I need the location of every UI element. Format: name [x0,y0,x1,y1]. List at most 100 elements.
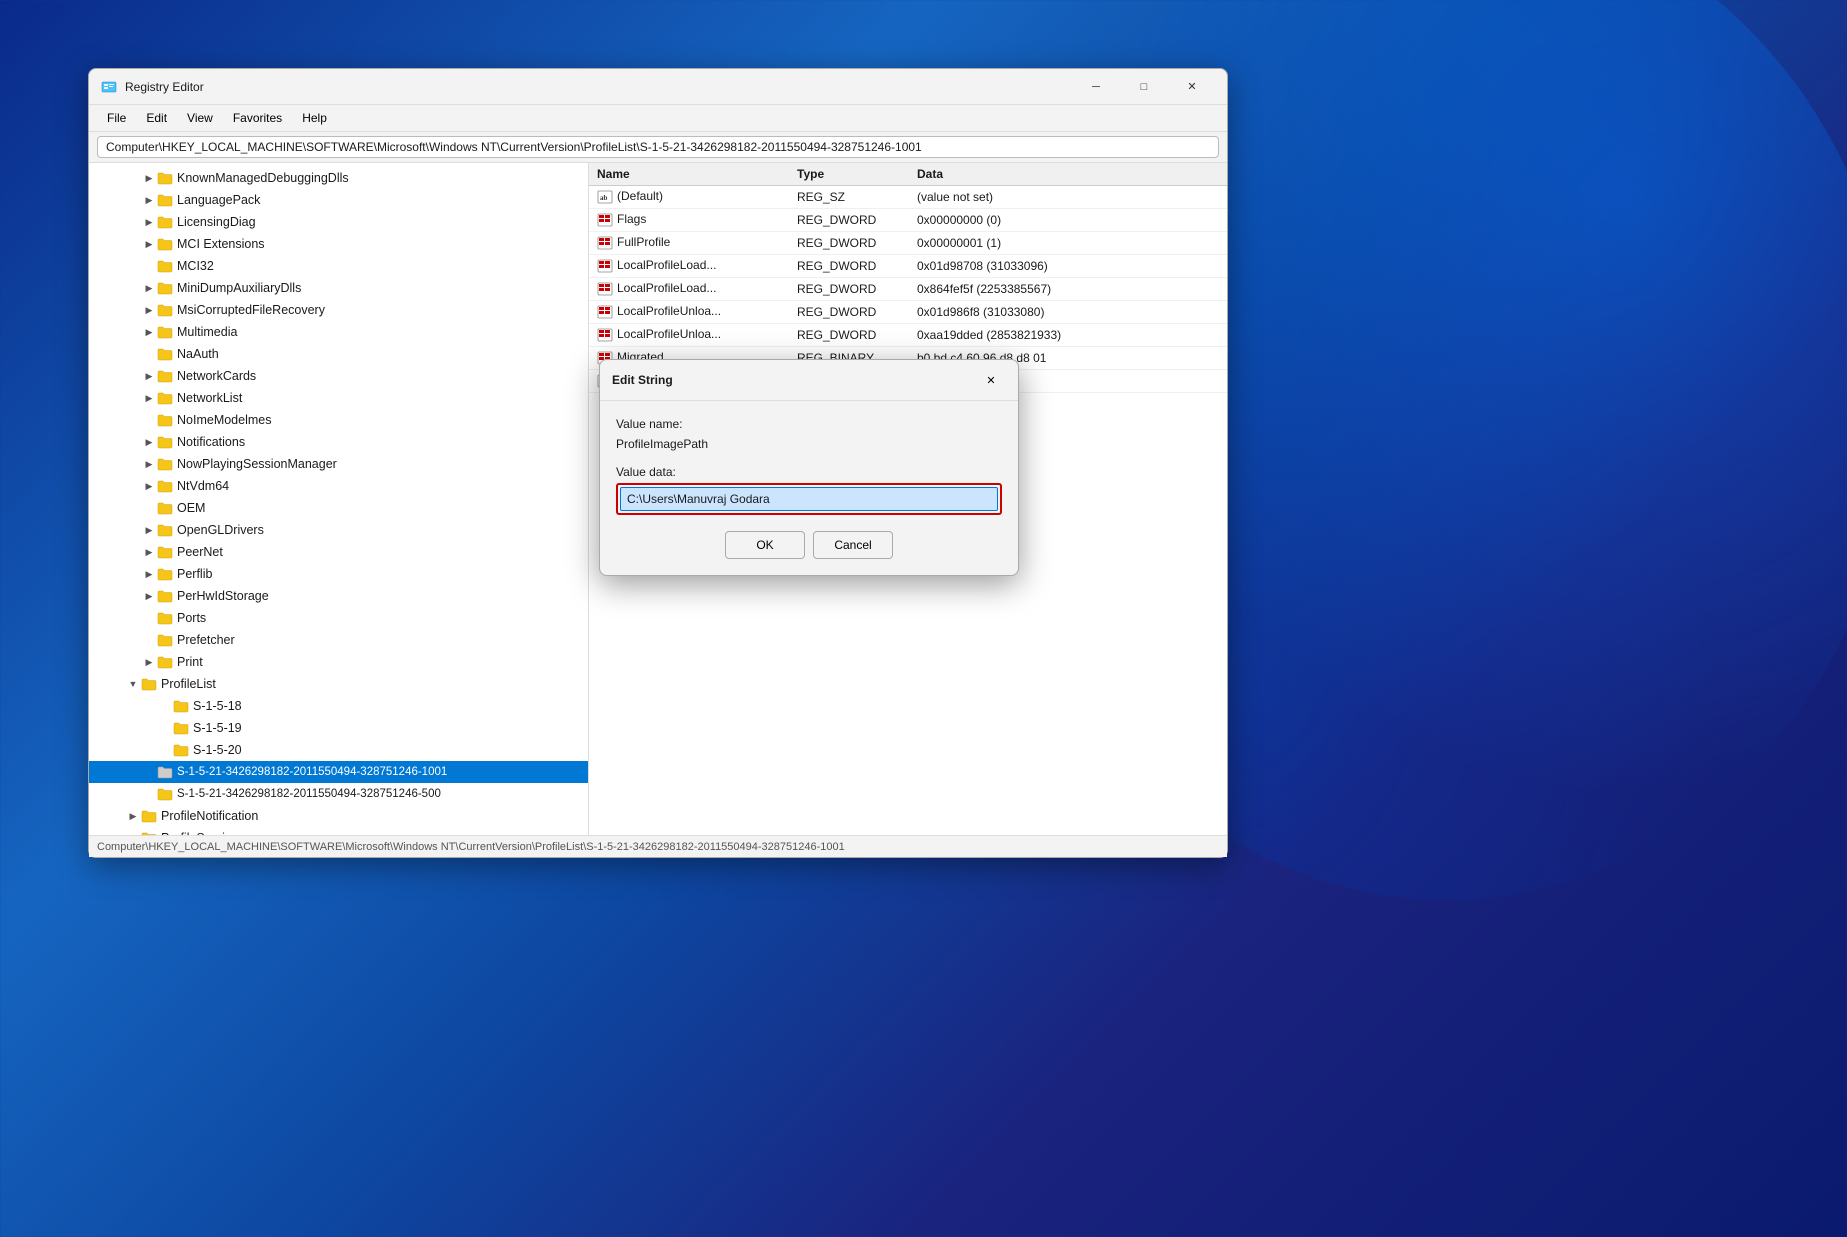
tree-item-selected[interactable]: ▶ S-1-5-21-3426298182-2011550494-3287512… [89,761,588,783]
menu-view[interactable]: View [177,107,223,129]
value-data-cell: 0x01d98708 (31033096) [909,255,1227,278]
expand-arrow: ▶ [141,459,157,470]
value-name-text: LocalProfileUnloa... [617,327,721,341]
tree-item[interactable]: ▶ PeerNet [89,541,588,563]
folder-icon [173,699,189,713]
ok-button[interactable]: OK [725,531,805,559]
value-data-input[interactable] [620,487,998,511]
value-type-cell: REG_DWORD [789,278,909,301]
expand-arrow: ▶ [141,173,157,184]
tree-item[interactable]: ▶ OEM [89,497,588,519]
value-name-text: (Default) [617,189,663,203]
tree-item[interactable]: ▶ Ports [89,607,588,629]
tree-item[interactable]: ▶ S-1-5-20 [89,739,588,761]
tree-item-label: S-1-5-21-3426298182-2011550494-328751246… [177,788,441,800]
tree-item[interactable]: ▶ NaAuth [89,343,588,365]
registry-editor-window: Registry Editor ─ □ ✕ File Edit View Fav… [88,68,1228,858]
tree-item[interactable]: ▶ MsiCorruptedFileRecovery [89,299,588,321]
menu-help[interactable]: Help [292,107,337,129]
tree-item-label: PerHwIdStorage [177,589,269,603]
folder-icon [157,259,173,273]
expand-arrow: ▶ [141,393,157,404]
value-type-cell: REG_SZ [789,186,909,209]
minimize-button[interactable]: ─ [1073,72,1119,102]
value-data-cell: 0x00000001 (1) [909,232,1227,255]
value-name-cell: LocalProfileLoad... [589,278,789,301]
dialog-close-button[interactable]: ✕ [976,368,1006,392]
table-row[interactable]: LocalProfileUnloa...REG_DWORD0x01d986f8 … [589,301,1227,324]
folder-icon [157,589,173,603]
tree-item-label: ProfileNotification [161,809,258,823]
tree-item-label: S-1-5-18 [193,699,242,713]
value-name-cell: LocalProfileLoad... [589,255,789,278]
expand-arrow: ▶ [141,305,157,316]
tree-item[interactable]: ▶ MCI Extensions [89,233,588,255]
tree-item-label: Print [177,655,203,669]
tree-item[interactable]: ▶ MCI32 [89,255,588,277]
tree-item-label: Perflib [177,567,212,581]
tree-panel[interactable]: ▶ KnownManagedDebuggingDlls ▶ LanguagePa… [89,163,589,835]
tree-item-label: NetworkList [177,391,242,405]
folder-icon [157,765,173,779]
tree-item[interactable]: ▶ NetworkCards [89,365,588,387]
tree-item[interactable]: ▶ NoImeModelmes [89,409,588,431]
tree-item[interactable]: ▶ S-1-5-18 [89,695,588,717]
expand-arrow: ▶ [141,569,157,580]
folder-icon [173,743,189,757]
title-bar-left: Registry Editor [101,79,204,95]
value-name-display: ProfileImagePath [616,435,1002,453]
tree-item[interactable]: ▶ ProfileNotification [89,805,588,827]
tree-item[interactable]: ▶ LanguagePack [89,189,588,211]
menu-bar: File Edit View Favorites Help [89,105,1227,132]
cancel-button[interactable]: Cancel [813,531,893,559]
tree-item[interactable]: ▶ Multimedia [89,321,588,343]
tree-item[interactable]: ▶ LicensingDiag [89,211,588,233]
value-data-cell: 0x01d986f8 (31033080) [909,301,1227,324]
table-row[interactable]: FullProfileREG_DWORD0x00000001 (1) [589,232,1227,255]
tree-item[interactable]: ▶ NetworkList [89,387,588,409]
menu-edit[interactable]: Edit [136,107,177,129]
folder-icon [157,567,173,581]
tree-item[interactable]: ▶ OpenGLDrivers [89,519,588,541]
value-name-text: FullProfile [617,235,670,249]
registry-editor-icon [101,79,117,95]
tree-item[interactable]: ▶ S-1-5-21-3426298182-2011550494-3287512… [89,783,588,805]
value-data-cell: 0x864fef5f (2253385567) [909,278,1227,301]
tree-item[interactable]: ▶ ProfileService [89,827,588,835]
tree-item[interactable]: ▶ Notifications [89,431,588,453]
tree-item-label: Notifications [177,435,245,449]
table-row[interactable]: FlagsREG_DWORD0x00000000 (0) [589,209,1227,232]
menu-favorites[interactable]: Favorites [223,107,292,129]
tree-item-profilelist[interactable]: ▼ ProfileList [89,673,588,695]
table-row[interactable]: LocalProfileLoad...REG_DWORD0x01d98708 (… [589,255,1227,278]
status-text: Computer\HKEY_LOCAL_MACHINE\SOFTWARE\Mic… [97,841,845,853]
dialog-title: Edit String [612,373,673,387]
folder-icon [157,457,173,471]
folder-icon [157,215,173,229]
status-bar: Computer\HKEY_LOCAL_MACHINE\SOFTWARE\Mic… [89,835,1227,857]
tree-item-label: NtVdm64 [177,479,229,493]
close-button[interactable]: ✕ [1169,72,1215,102]
menu-file[interactable]: File [97,107,136,129]
dialog-buttons: OK Cancel [616,531,1002,559]
folder-icon [141,809,157,823]
maximize-button[interactable]: □ [1121,72,1167,102]
tree-item[interactable]: ▶ MiniDumpAuxiliaryDlls [89,277,588,299]
tree-item[interactable]: ▶ S-1-5-19 [89,717,588,739]
tree-item[interactable]: ▶ Print [89,651,588,673]
tree-item[interactable]: ▶ NowPlayingSessionManager [89,453,588,475]
window-controls: ─ □ ✕ [1073,72,1215,102]
tree-item[interactable]: ▶ NtVdm64 [89,475,588,497]
tree-item[interactable]: ▶ PerHwIdStorage [89,585,588,607]
address-input[interactable] [97,136,1219,158]
folder-icon [157,303,173,317]
table-row[interactable]: LocalProfileLoad...REG_DWORD0x864fef5f (… [589,278,1227,301]
tree-item[interactable]: ▶ Perflib [89,563,588,585]
tree-item[interactable]: ▶ Prefetcher [89,629,588,651]
value-type-cell: REG_DWORD [789,255,909,278]
table-row[interactable]: ab(Default)REG_SZ(value not set) [589,186,1227,209]
table-row[interactable]: LocalProfileUnloa...REG_DWORD0xaa19dded … [589,324,1227,347]
registry-value-icon [597,327,613,343]
tree-item[interactable]: ▶ KnownManagedDebuggingDlls [89,167,588,189]
expand-arrow: ▼ [125,679,141,689]
